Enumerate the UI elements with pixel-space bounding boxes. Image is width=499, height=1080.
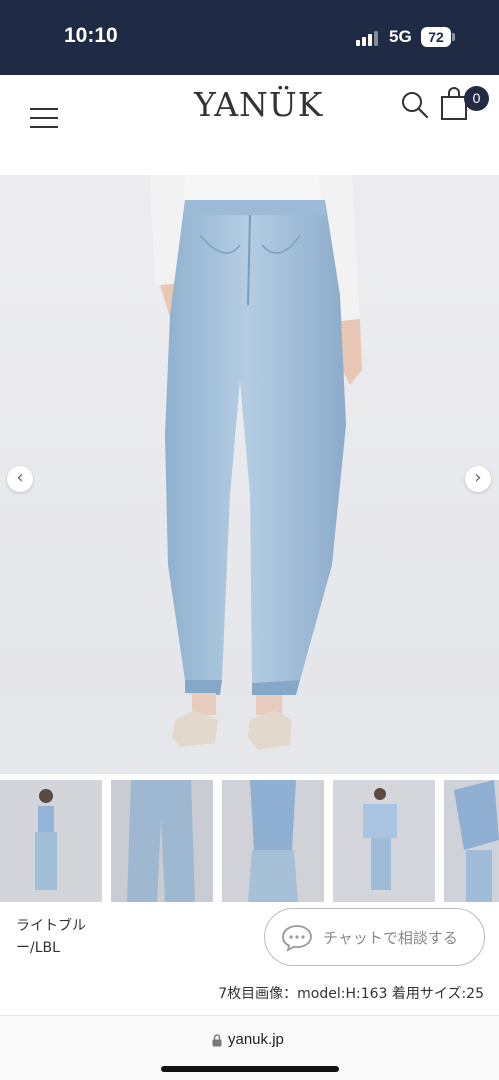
chat-consult-button[interactable]: チャットで相談する: [264, 908, 485, 966]
lock-icon: [212, 1034, 222, 1047]
thumbnail-2[interactable]: [111, 780, 213, 902]
battery-icon: 72: [421, 27, 455, 47]
thumbnail-5[interactable]: [444, 780, 499, 902]
chevron-right-icon[interactable]: ›: [465, 466, 491, 492]
product-main-image[interactable]: ‹ ›: [0, 175, 499, 774]
chat-bubble-icon: [282, 925, 312, 952]
browser-url-bar[interactable]: yanuk.jp: [0, 1015, 499, 1080]
brand-logo[interactable]: YANÜK: [194, 85, 322, 129]
image-caption: 7枚目画像：model:H:163 着用サイズ:25: [218, 986, 484, 1002]
site-header: YANÜK: [0, 75, 499, 175]
thumbnail-1[interactable]: [0, 780, 102, 902]
thumbnail-3[interactable]: [222, 780, 324, 902]
status-bar: 10:10 5G 72: [0, 0, 499, 75]
chat-button-label: チャットで相談する: [323, 929, 458, 947]
thumbnail-strip: [0, 780, 499, 902]
chevron-left-icon[interactable]: ‹: [7, 466, 33, 492]
signal-icon: [356, 30, 380, 46]
network-type: 5G: [389, 27, 412, 46]
home-indicator[interactable]: [161, 1066, 339, 1072]
thumbnail-4[interactable]: [333, 780, 435, 902]
color-variant-label[interactable]: ライトブルー/LBL: [16, 915, 106, 959]
jeans-model-photo: [0, 175, 499, 774]
url-text: yanuk.jp: [228, 1031, 284, 1048]
search-icon[interactable]: [400, 90, 430, 120]
battery-level: 72: [421, 27, 451, 47]
cart-count-badge: 0: [464, 86, 489, 111]
status-time: 10:10: [64, 24, 118, 47]
menu-icon[interactable]: [30, 108, 58, 128]
